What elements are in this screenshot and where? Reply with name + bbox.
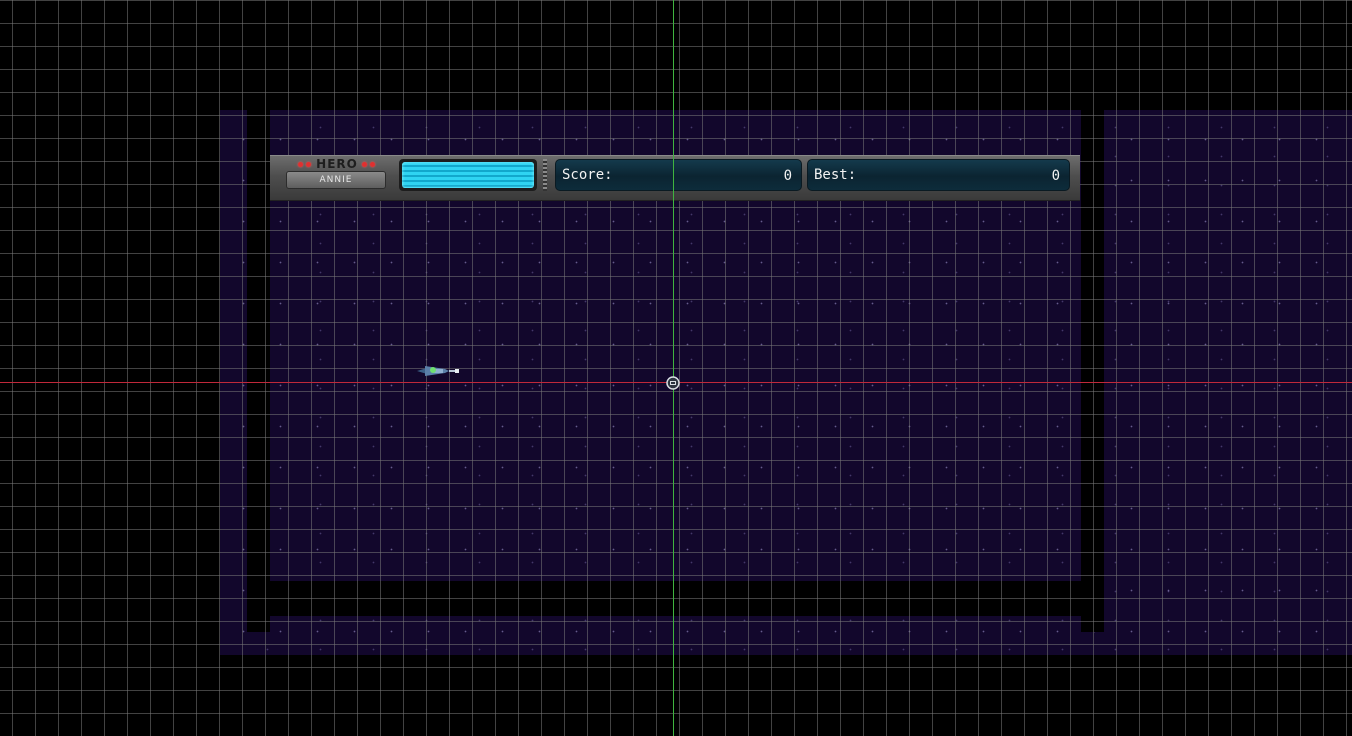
best-value: 0 [1051, 168, 1060, 184]
y-axis-line [673, 0, 674, 736]
led-icon [362, 162, 367, 167]
energy-bar [399, 159, 537, 191]
hud-divider [543, 159, 547, 191]
score-panel: Score: 0 [555, 159, 802, 191]
spaceship-icon [417, 366, 459, 376]
wall-bottom [270, 581, 1081, 616]
wall-left-outer [247, 110, 270, 632]
hero-plate: HERO ANNIE [284, 158, 390, 192]
hero-name: ANNIE [286, 171, 386, 189]
score-label: Score: [562, 167, 613, 183]
best-label: Best: [814, 167, 857, 183]
hud-bar: HERO ANNIE Score: 0 Best: 0 [270, 155, 1080, 201]
wall-right-outer [1081, 110, 1104, 632]
origin-marker-icon[interactable] [666, 376, 680, 390]
score-value: 0 [783, 168, 792, 184]
energy-bar-fill [402, 162, 534, 188]
best-panel: Best: 0 [807, 159, 1070, 191]
led-icon [370, 162, 375, 167]
